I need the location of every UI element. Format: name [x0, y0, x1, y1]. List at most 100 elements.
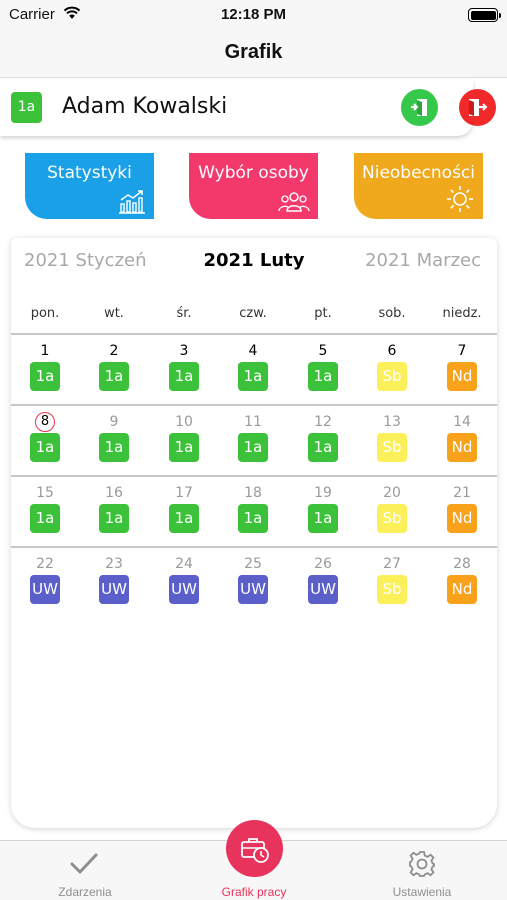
weekday-label: śr.	[176, 306, 192, 321]
shift-badge: 1a	[308, 362, 338, 391]
day-number: 13	[383, 414, 401, 430]
shift-badge: 1a	[30, 504, 60, 533]
day-number: 4	[248, 343, 258, 359]
shift-badge: 1a	[30, 362, 60, 391]
day-number: 28	[453, 556, 471, 572]
calendar-day-cell[interactable]: 27 Sb	[362, 548, 422, 614]
calendar-day-cell[interactable]: 20 Sb	[362, 477, 422, 543]
calendar-day-cell[interactable]: 25 UW	[223, 548, 283, 614]
day-number: 9	[109, 414, 119, 430]
shift-badge: Sb	[377, 433, 407, 462]
calendar-day-cell[interactable]: 13 Sb	[362, 406, 422, 472]
shift-badge: 1a	[238, 504, 268, 533]
tab-settings[interactable]: Ustawienia	[362, 841, 482, 900]
choose-person-card[interactable]: Wybór osoby	[189, 153, 318, 219]
calendar-day-cell[interactable]: 14 Nd	[432, 406, 492, 472]
shift-badge: 1a	[99, 504, 129, 533]
calendar-day-cell[interactable]: 22 UW	[15, 548, 75, 614]
calendar-day-cell[interactable]: 1 1a	[15, 335, 75, 401]
briefcase-clock-icon	[241, 838, 269, 863]
absences-card[interactable]: Nieobecności	[354, 153, 483, 219]
today-day-number: 8	[35, 412, 55, 432]
shift-badge: UW	[99, 575, 129, 604]
calendar-day-cell[interactable]: 9 1a	[84, 406, 144, 472]
calendar-day-cell[interactable]: 24 UW	[154, 548, 214, 614]
shift-badge: Sb	[377, 362, 407, 391]
choose-person-card-label: Wybór osoby	[198, 163, 309, 183]
status-bar: Carrier 12:18 PM	[0, 0, 507, 30]
shift-badge: 1a	[169, 504, 199, 533]
calendar-day-cell[interactable]: 18 1a	[223, 477, 283, 543]
shift-badge: Nd	[447, 433, 477, 462]
user-shift-badge: 1a	[11, 92, 42, 123]
shift-badge: Nd	[447, 504, 477, 533]
statistics-card-label: Statystyki	[47, 163, 132, 183]
day-number: 3	[179, 343, 189, 359]
calendar-day-cell[interactable]: 4 1a	[223, 335, 283, 401]
day-number: 1	[40, 343, 50, 359]
shift-badge: UW	[30, 575, 60, 604]
calendar-day-cell[interactable]: 23 UW	[84, 548, 144, 614]
tab-work-schedule-label: Grafik pracy	[221, 885, 287, 899]
calendar-day-cell[interactable]: 12 1a	[293, 406, 353, 472]
calendar-day-cell[interactable]: 26 UW	[293, 548, 353, 614]
gear-icon	[409, 851, 435, 877]
statistics-card[interactable]: Statystyki	[25, 153, 154, 219]
battery-icon	[468, 8, 501, 22]
day-number: 19	[314, 485, 332, 501]
shift-badge: 1a	[30, 433, 60, 462]
shift-badge: 1a	[308, 504, 338, 533]
shift-badge: 1a	[169, 362, 199, 391]
calendar-day-cell[interactable]: 16 1a	[84, 477, 144, 543]
previous-month-button[interactable]: 2021 Styczeń	[24, 250, 147, 271]
calendar-day-cell[interactable]: 3 1a	[154, 335, 214, 401]
calendar-day-cell[interactable]: 8 1a	[15, 406, 75, 472]
weekday-label: wt.	[104, 306, 124, 321]
day-number: 6	[387, 343, 397, 359]
people-icon	[278, 192, 310, 212]
weekday-label: sob.	[378, 306, 406, 321]
work-schedule-tab-button[interactable]	[226, 820, 283, 877]
day-number: 10	[175, 414, 193, 430]
tab-settings-label: Ustawienia	[392, 885, 452, 899]
day-number: 12	[314, 414, 332, 430]
shift-badge: UW	[238, 575, 268, 604]
calendar-day-cell[interactable]: 6 Sb	[362, 335, 422, 401]
statistics-icon	[119, 190, 145, 214]
calendar-day-cell[interactable]: 5 1a	[293, 335, 353, 401]
calendar-day-cell[interactable]: 28 Nd	[432, 548, 492, 614]
check-out-button[interactable]	[459, 89, 496, 126]
shift-badge: 1a	[238, 362, 268, 391]
calendar-panel: 2021 Luty 2021 Styczeń 2021 Marzec pon. w…	[11, 238, 497, 828]
shift-badge: 1a	[308, 433, 338, 462]
check-in-button[interactable]	[401, 89, 438, 126]
day-number: 23	[105, 556, 123, 572]
page-title: Grafik	[224, 41, 283, 63]
day-number: 14	[453, 414, 471, 430]
day-number: 2	[109, 343, 119, 359]
day-number: 17	[175, 485, 193, 501]
next-month-button[interactable]: 2021 Marzec	[365, 250, 481, 271]
checkmark-icon	[70, 853, 98, 874]
shift-badge: Nd	[447, 575, 477, 604]
day-number: 15	[36, 485, 54, 501]
calendar-day-cell[interactable]: 7 Nd	[432, 335, 492, 401]
calendar-day-cell[interactable]: 19 1a	[293, 477, 353, 543]
tab-events-label: Zdarzenia	[58, 885, 112, 899]
day-number: 20	[383, 485, 401, 501]
tab-events[interactable]: Zdarzenia	[25, 841, 145, 900]
absences-card-label: Nieobecności	[362, 163, 475, 183]
calendar-day-cell[interactable]: 21 Nd	[432, 477, 492, 543]
shift-badge: 1a	[238, 433, 268, 462]
day-number: 5	[318, 343, 328, 359]
shift-badge: Sb	[377, 575, 407, 604]
calendar-day-cell[interactable]: 15 1a	[15, 477, 75, 543]
calendar-day-cell[interactable]: 11 1a	[223, 406, 283, 472]
shift-badge: Sb	[377, 504, 407, 533]
day-number: 16	[105, 485, 123, 501]
day-number: 21	[453, 485, 471, 501]
calendar-day-cell[interactable]: 10 1a	[154, 406, 214, 472]
calendar-day-cell[interactable]: 2 1a	[84, 335, 144, 401]
calendar-day-cell[interactable]: 17 1a	[154, 477, 214, 543]
day-number: 11	[244, 414, 262, 430]
